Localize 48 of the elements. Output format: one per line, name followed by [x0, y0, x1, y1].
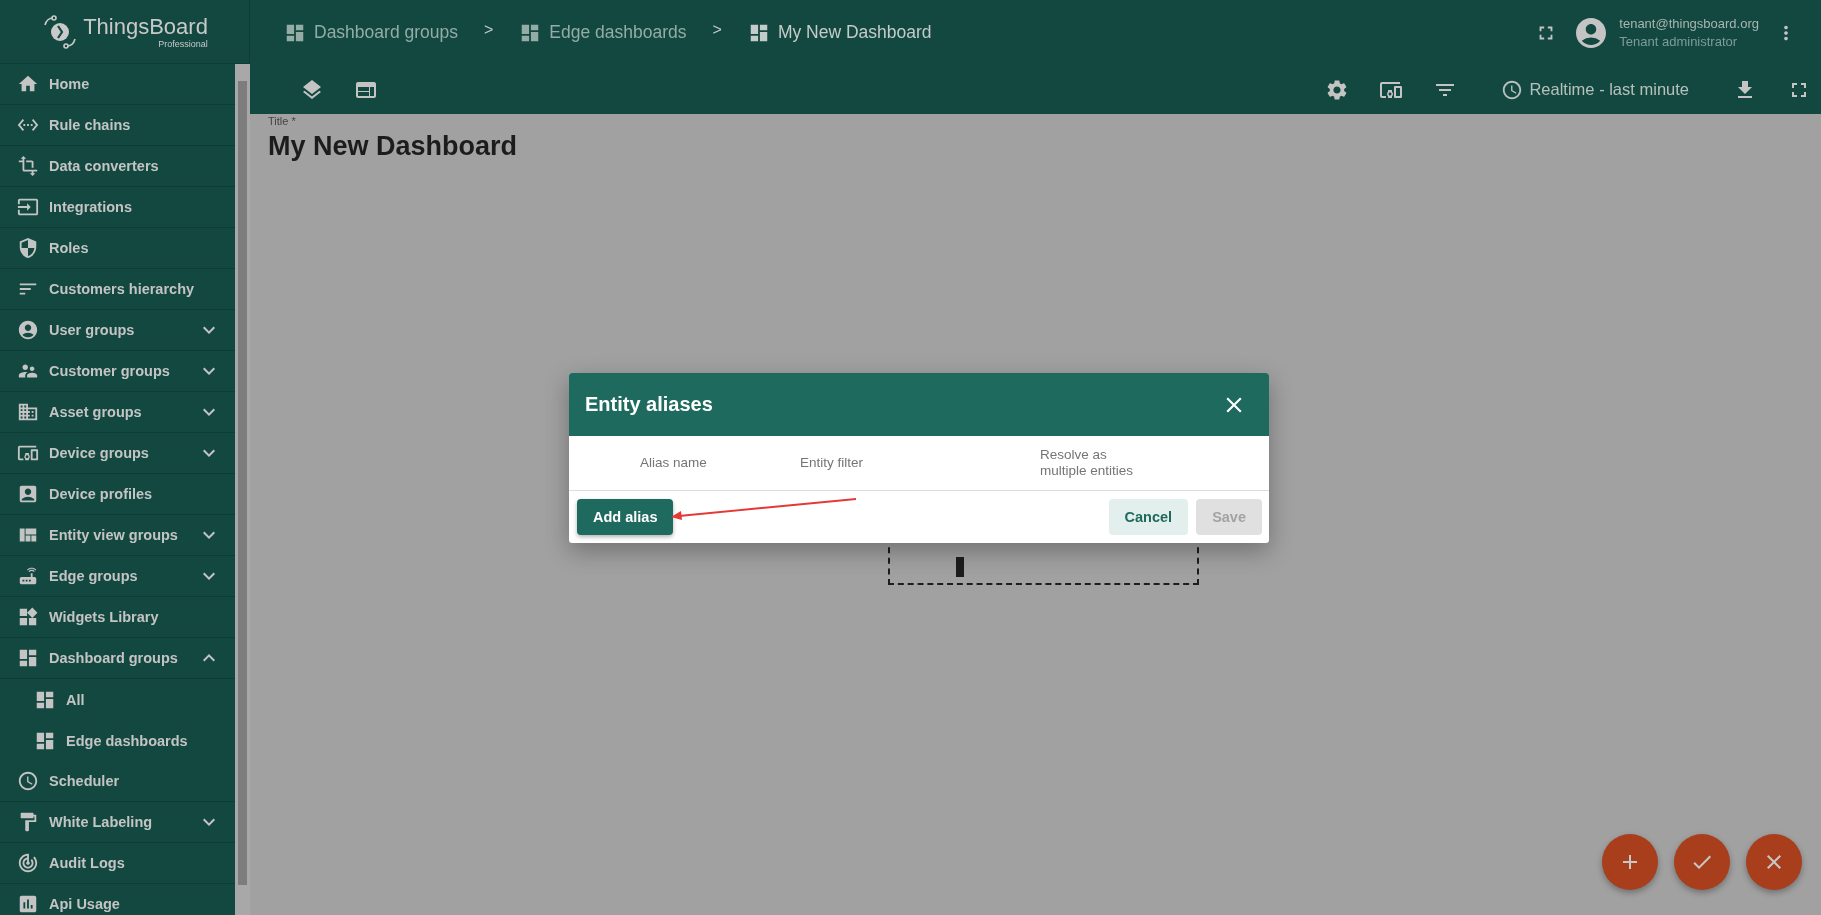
building-icon — [17, 401, 39, 423]
breadcrumb-separator: > — [712, 20, 722, 39]
breadcrumb-link[interactable]: My New Dashboard — [747, 21, 932, 44]
sidebar-subitem[interactable]: All — [0, 679, 235, 720]
sidebar-item[interactable]: Widgets Library — [0, 597, 235, 638]
bar-chart-icon — [17, 893, 39, 915]
cancel-button[interactable]: Cancel — [1108, 499, 1189, 535]
badge-icon — [17, 483, 39, 505]
sidebar-item[interactable]: Integrations — [0, 187, 235, 228]
breadcrumb-link[interactable]: Edge dashboards — [519, 21, 687, 44]
router-icon — [17, 565, 39, 587]
sidebar-item[interactable]: White Labeling — [0, 802, 235, 843]
sidebar-subitem[interactable]: Edge dashboards — [0, 720, 235, 761]
account-icon — [17, 319, 39, 341]
sidebar-item[interactable]: User groups — [0, 310, 235, 351]
target-icon — [17, 852, 39, 874]
shield-icon — [17, 237, 39, 259]
dialog-title: Entity aliases — [585, 393, 713, 416]
widgets-icon — [17, 606, 39, 628]
sidebar-item[interactable]: Audit Logs — [0, 843, 235, 884]
scrollbar[interactable] — [235, 64, 250, 915]
logo-edition: Professional — [158, 38, 208, 49]
column-header: Entity filter — [800, 455, 865, 471]
user-email: tenant@thingsboard.org — [1619, 16, 1759, 31]
sidebar-item[interactable]: Dashboard groups — [0, 638, 235, 679]
title-label: Title * — [268, 115, 297, 127]
crop-icon — [17, 155, 39, 177]
column-header: Resolve as multiple entities — [1040, 447, 1135, 479]
user-role: Tenant administrator — [1619, 34, 1739, 49]
close-button[interactable] — [1746, 834, 1802, 890]
clock-icon — [17, 770, 39, 792]
input-icon — [17, 196, 39, 218]
sidebar-item[interactable]: Roles — [0, 228, 235, 269]
timewindow-button[interactable]: Realtime - last minute — [1501, 78, 1689, 101]
sidebar-item[interactable]: Edge groups — [0, 556, 235, 597]
dashboard-title[interactable]: My New Dashboard — [268, 131, 1803, 162]
breadcrumb-separator: > — [484, 20, 494, 39]
clock-icon — [1501, 78, 1524, 101]
sidebar-item[interactable]: Device groups — [0, 433, 235, 474]
logo-text: ThingsBoard — [83, 14, 208, 39]
add-alias-button[interactable]: Add alias — [577, 499, 674, 535]
sidebar-item[interactable]: Home — [0, 64, 235, 105]
column-header: Alias name — [640, 455, 708, 471]
dashboard-icon — [17, 647, 39, 669]
breadcrumb-link[interactable]: Dashboard groups — [284, 21, 458, 44]
sidebar-item[interactable]: Entity view groups — [0, 515, 235, 556]
sidebar-item[interactable]: Device profiles — [0, 474, 235, 515]
sidebar-item[interactable]: Asset groups — [0, 392, 235, 433]
